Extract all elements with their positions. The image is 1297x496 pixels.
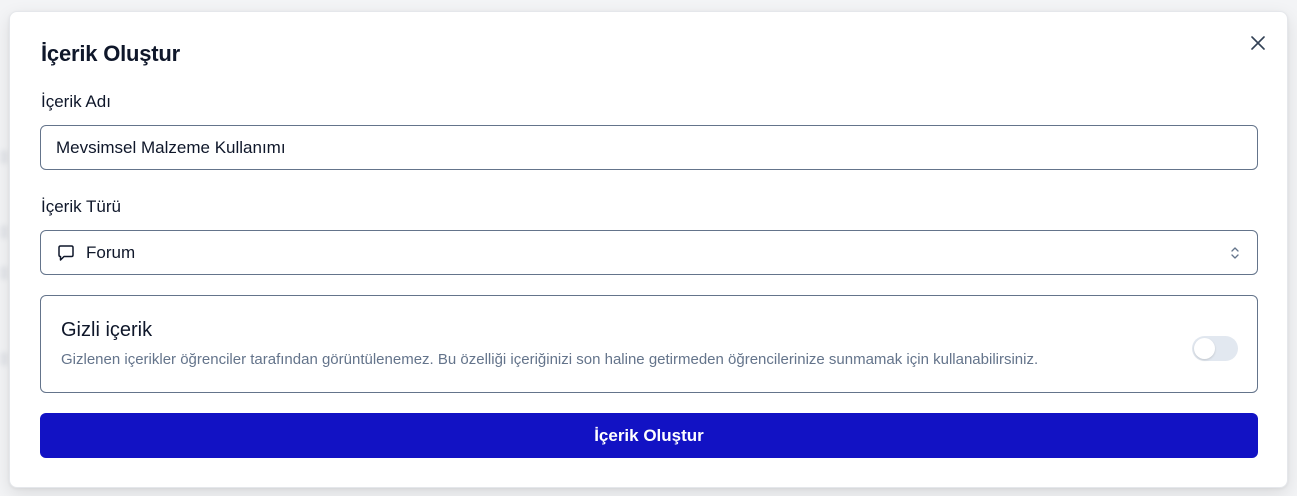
hidden-content-card: Gizli içerik Gizlenen içerikler öğrencil… bbox=[40, 295, 1258, 393]
backdrop-line bbox=[0, 225, 8, 239]
content-type-select[interactable]: Forum bbox=[40, 230, 1258, 275]
close-icon bbox=[1251, 36, 1265, 50]
hidden-content-description: Gizlenen içerikler öğrenciler tarafından… bbox=[61, 351, 1039, 368]
backdrop-line bbox=[0, 266, 8, 280]
backdrop-line bbox=[0, 352, 8, 366]
hidden-content-toggle[interactable] bbox=[1192, 336, 1238, 361]
content-name-input[interactable] bbox=[40, 125, 1258, 170]
toggle-knob bbox=[1194, 338, 1215, 359]
create-content-dialog: İçerik Oluştur İçerik Adı İçerik Türü Fo… bbox=[9, 11, 1288, 488]
message-square-icon bbox=[56, 243, 76, 263]
close-button[interactable] bbox=[1249, 34, 1267, 52]
chevrons-up-down-icon bbox=[1229, 245, 1241, 261]
dialog-title: İçerik Oluştur bbox=[41, 41, 181, 66]
backdrop-line bbox=[0, 150, 8, 164]
create-content-button[interactable]: İçerik Oluştur bbox=[40, 413, 1258, 458]
hidden-content-title: Gizli içerik bbox=[61, 319, 153, 341]
content-name-label: İçerik Adı bbox=[41, 92, 111, 111]
content-type-value: Forum bbox=[86, 242, 136, 262]
content-type-label: İçerik Türü bbox=[41, 197, 121, 216]
